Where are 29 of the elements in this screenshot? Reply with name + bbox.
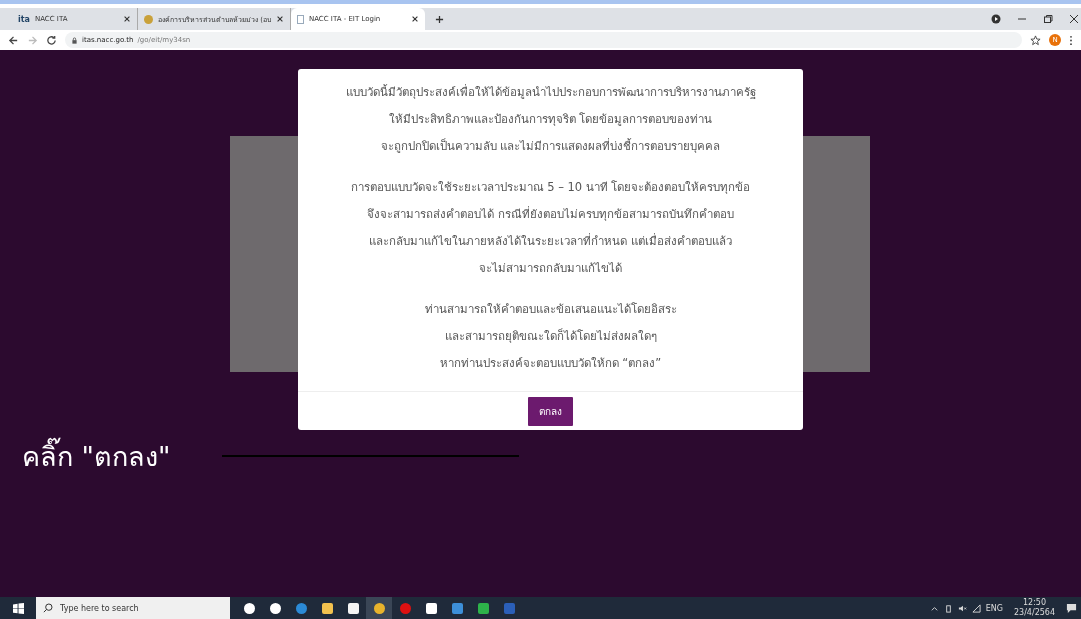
menu-icon[interactable] bbox=[1069, 34, 1073, 46]
site-logo: ita bbox=[18, 14, 30, 24]
dialog-text: การตอบแบบวัดจะใช้ระยะเวลาประมาณ 5 – 10 นาที โดยจะต้องตอบให้ครบทุกข้อ จึงจะสามารถส่งคำตอบได้ กรณีที่ยังตอบไม่ครบทุกข้อสามารถบันทึกคำตอบ และกลับมาแก้ไขในภายหลังได้ในระยะเวลาที่กำหนด แต่เมื่อส่งคำตอบแล้ว จะไม่สามารถกลับมาแก้ไขได้ bbox=[349, 179, 752, 277]
back-icon[interactable] bbox=[8, 34, 19, 46]
close-icon[interactable] bbox=[123, 15, 131, 23]
battery-icon[interactable] bbox=[943, 603, 953, 613]
star-icon[interactable] bbox=[1030, 34, 1041, 46]
media-icon[interactable] bbox=[991, 14, 1001, 24]
seal-icon bbox=[144, 14, 153, 24]
reload-icon[interactable] bbox=[46, 34, 57, 46]
language-indicator[interactable]: ENG bbox=[985, 603, 1003, 613]
windows-icon[interactable] bbox=[13, 602, 24, 614]
annotation-label: คลิ๊ก "ตกลง" bbox=[22, 435, 171, 478]
new-tab-icon[interactable] bbox=[434, 14, 444, 24]
dialog-text: แบบวัดนี้มีวัตถุประสงค์เพื่อให้ได้ข้อมูลนำไปประกอบการพัฒนาการบริหารงานภาครัฐ ให้มีประสิทธิภาพและป้องกันการทุจริต โดยข้อมูลการตอบของท่าน จะถูกปกปิดเป็นความลับ และไม่มีการแสดงผลที่บ่งชี้การตอบรายบุคคล bbox=[344, 83, 757, 155]
close-icon[interactable] bbox=[1069, 14, 1079, 24]
restore-icon[interactable] bbox=[1043, 14, 1053, 24]
lock-icon bbox=[71, 36, 78, 44]
notification-icon[interactable] bbox=[1066, 602, 1077, 614]
ok-button[interactable]: ตกลง bbox=[528, 396, 573, 426]
close-icon[interactable] bbox=[275, 15, 284, 23]
speaker-icon[interactable] bbox=[957, 603, 967, 613]
clock-time[interactable]: 12:50 bbox=[1022, 598, 1046, 608]
page-icon bbox=[296, 14, 304, 24]
close-icon[interactable] bbox=[410, 15, 419, 23]
search-field[interactable]: Type here to search bbox=[36, 597, 230, 619]
network-icon[interactable] bbox=[971, 603, 981, 613]
clock-date[interactable]: 23/4/2564 bbox=[1013, 608, 1055, 618]
dialog-text: ท่านสามารถให้คำตอบและข้อเสนอแนะได้โดยอิสระ และสามารถยุติขณะใดก็ได้โดยไม่ส่งผลใดๆ หากท่านประสงค์จะตอบแบบวัดให้กด “ตกลง” bbox=[423, 301, 678, 372]
